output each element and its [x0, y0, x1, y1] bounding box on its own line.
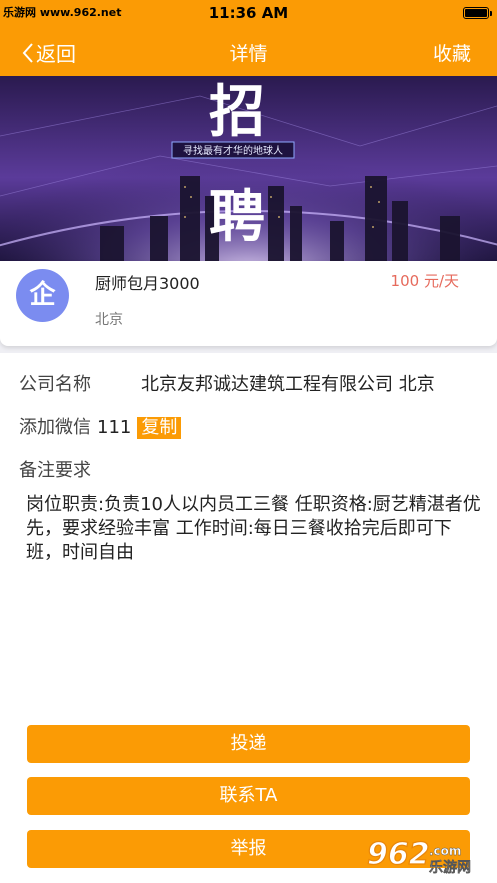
banner-slogan: 寻找最有才华的地球人 [183, 144, 283, 157]
wechat-value: 111 [97, 417, 132, 438]
job-location: 北京 [95, 312, 123, 328]
job-card: 企 厨师包月3000 100 元/天 北京 [0, 261, 497, 346]
page-title: 详情 [229, 43, 268, 65]
banner-char-bottom: 聘 [209, 185, 265, 250]
deliver-button[interactable]: 投递 [27, 725, 470, 763]
remark-text: 岗位职责:负责10人以内员工三餐 任职资格:厨艺精湛者优先，要求经验丰富 工作时… [26, 494, 481, 563]
site-logo-watermark: 962 .com 乐游网 [366, 836, 471, 876]
wechat-row: 添加微信 111 复制 [19, 413, 182, 439]
status-time: 11:36 AM [208, 4, 289, 22]
job-title: 厨师包月3000 [95, 274, 200, 293]
svg-text:962: 962 [367, 837, 430, 872]
status-bar: 乐游网 www.962.net 11:36 AM [0, 0, 497, 26]
svg-text:乐游网: 乐游网 [429, 859, 471, 876]
company-avatar: 企 [16, 269, 69, 322]
contact-button[interactable]: 联系TA [27, 777, 470, 815]
wechat-label: 添加微信 [19, 417, 91, 438]
company-value: 北京友邦诚达建筑工程有限公司 北京 [141, 374, 435, 395]
remark-label: 备注要求 [19, 460, 91, 481]
battery-icon [463, 7, 492, 19]
banner-char-top: 招 [209, 80, 265, 145]
company-row: 公司名称 北京友邦诚达建筑工程有限公司 北京 [19, 370, 435, 396]
copy-button[interactable]: 复制 [137, 417, 182, 439]
job-salary: 100 元/天 [390, 272, 459, 290]
recruitment-banner: 招 寻找最有才华的地球人 聘 [0, 76, 497, 261]
nav-bar: 返回 详情 收藏 [0, 26, 497, 76]
svg-text:.com: .com [429, 844, 461, 858]
company-label: 公司名称 [19, 374, 91, 395]
favorite-button[interactable]: 收藏 [433, 39, 471, 66]
